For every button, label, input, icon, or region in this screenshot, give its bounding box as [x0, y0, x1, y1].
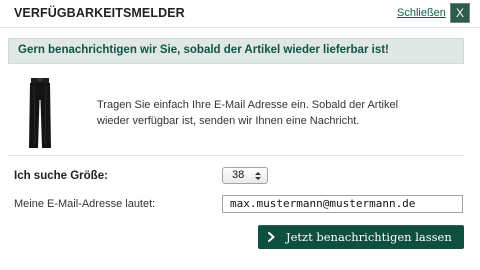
info-line-1: Tragen Sie einfach Ihre E-Mail Adresse e…: [97, 99, 399, 111]
email-label: Meine E-Mail-Adresse lautet:: [14, 198, 156, 210]
size-label: Ich suche Größe:: [14, 170, 108, 182]
email-field[interactable]: max.mustermann@mustermann.de: [222, 195, 463, 213]
select-arrows-icon: [255, 172, 261, 180]
chevron-right-icon: [268, 232, 275, 242]
close-link[interactable]: Schließen: [397, 7, 446, 19]
close-button[interactable]: X: [450, 3, 470, 23]
section-divider: [8, 155, 464, 156]
dialog-header: VERFÜGBARKEITSMELDER Schließen X: [0, 0, 480, 27]
size-select-value: 38: [232, 169, 245, 181]
header-divider: [0, 27, 480, 28]
email-field-value: max.mustermann@mustermann.de: [230, 197, 416, 210]
info-line-2: wieder verfügbar ist, senden wir Ihnen e…: [97, 115, 360, 127]
availability-notifier-dialog: VERFÜGBARKEITSMELDER Schließen X Gern be…: [0, 0, 480, 270]
notice-text: Gern benachrichtigen wir Sie, sobald der…: [18, 44, 389, 56]
notify-me-button[interactable]: Jetzt benachrichtigen lassen: [258, 225, 464, 249]
dialog-title: VERFÜGBARKEITSMELDER: [14, 6, 185, 20]
size-select[interactable]: 38: [222, 167, 268, 184]
notice-bar: Gern benachrichtigen wir Sie, sobald der…: [8, 38, 464, 64]
info-text: Tragen Sie einfach Ihre E-Mail Adresse e…: [97, 97, 437, 129]
notify-me-button-label: Jetzt benachrichtigen lassen: [286, 230, 452, 244]
trousers-icon: [29, 78, 51, 148]
